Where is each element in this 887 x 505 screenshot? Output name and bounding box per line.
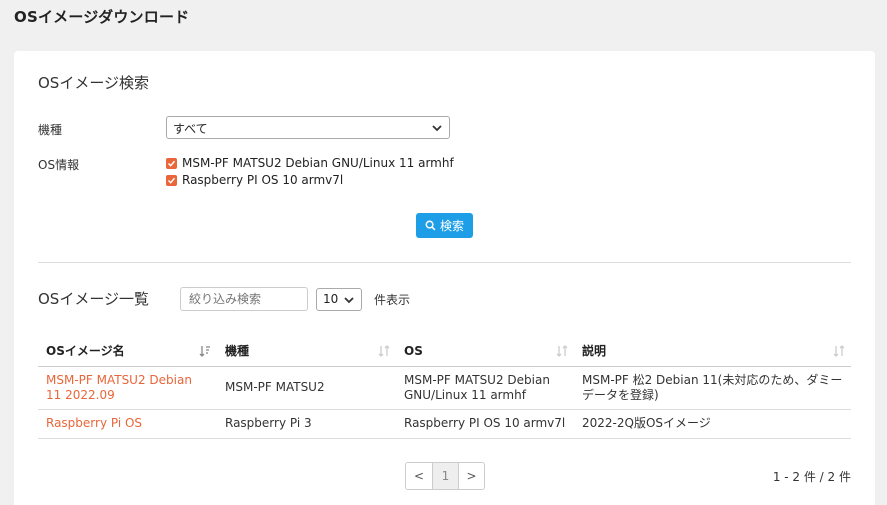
search-button-label: 検索 — [439, 219, 464, 233]
os-info-label: OS情報 — [38, 158, 80, 172]
table-header-row: OSイメージ名 機種 OS 説明 — [38, 336, 851, 367]
chevron-down-icon — [344, 297, 354, 304]
list-section-title: OSイメージ一覧 — [38, 290, 150, 308]
model-select[interactable]: すべて — [166, 116, 450, 139]
page-size-select[interactable]: 10 — [316, 288, 362, 311]
os-option-label: Raspberry PI OS 10 armv7l — [182, 173, 344, 187]
column-header-label: OSイメージ名 — [46, 344, 125, 359]
check-icon — [167, 160, 176, 167]
pagination: < 1 > — [405, 462, 485, 490]
table-row: Raspberry Pi OS Raspberry Pi 3 Raspberry… — [38, 409, 851, 439]
model-select-value: すべて — [173, 122, 208, 136]
column-header-label: 説明 — [582, 344, 607, 359]
os-option-label: MSM-PF MATSU2 Debian GNU/Linux 11 armhf — [182, 156, 454, 170]
page-title: OSイメージダウンロード — [14, 8, 190, 26]
column-header-label: 機種 — [225, 344, 250, 359]
os-option-checkbox[interactable] — [166, 174, 177, 186]
page-size-suffix: 件表示 — [374, 293, 411, 307]
check-icon — [167, 177, 176, 184]
page-button-current[interactable]: 1 — [432, 463, 458, 489]
search-button[interactable]: 検索 — [416, 213, 473, 238]
cell-model: Raspberry Pi 3 — [217, 409, 396, 439]
table-row: MSM-PF MATSU2 Debian 11 2022.09 MSM-PF M… — [38, 366, 851, 410]
cell-os: MSM-PF MATSU2 Debian GNU/Linux 11 armhf — [396, 366, 574, 410]
prev-page-button[interactable]: < — [406, 463, 432, 489]
column-header-name[interactable]: OSイメージ名 — [38, 336, 217, 367]
cell-name: MSM-PF MATSU2 Debian 11 2022.09 — [38, 366, 217, 410]
sort-icon — [556, 345, 568, 357]
os-option-checkbox[interactable] — [166, 157, 177, 169]
cell-model: MSM-PF MATSU2 — [217, 366, 396, 410]
section-divider — [38, 262, 851, 263]
column-header-description[interactable]: 説明 — [574, 336, 851, 367]
os-image-link[interactable]: MSM-PF MATSU2 Debian 11 2022.09 — [46, 373, 192, 402]
cell-description: MSM-PF 松2 Debian 11(未対応のため、ダミーデータを登録) — [574, 366, 851, 410]
os-image-link[interactable]: Raspberry Pi OS — [46, 416, 142, 430]
os-image-table: OSイメージ名 機種 OS 説明 MSM-PF MATSU2 Debian 11… — [38, 336, 851, 439]
sort-icon — [833, 345, 845, 357]
search-icon — [425, 220, 436, 231]
next-page-button[interactable]: > — [458, 463, 484, 489]
column-header-os[interactable]: OS — [396, 336, 574, 367]
column-header-model[interactable]: 機種 — [217, 336, 396, 367]
filter-search-input[interactable] — [180, 287, 308, 311]
search-section-title: OSイメージ検索 — [38, 74, 150, 92]
sort-desc-icon — [199, 346, 210, 357]
model-label: 機種 — [38, 123, 63, 137]
os-option-row: Raspberry PI OS 10 armv7l — [166, 173, 343, 187]
main-card: OSイメージ検索 機種 すべて OS情報 MSM-PF MATSU2 Debia… — [14, 51, 875, 505]
cell-os: Raspberry PI OS 10 armv7l — [396, 409, 574, 439]
cell-name: Raspberry Pi OS — [38, 409, 217, 439]
column-header-label: OS — [404, 343, 423, 358]
sort-icon — [378, 345, 390, 357]
cell-description: 2022-2Q版OSイメージ — [574, 409, 851, 439]
page-size-value: 10 — [323, 292, 339, 306]
chevron-down-icon — [432, 125, 442, 132]
os-option-row: MSM-PF MATSU2 Debian GNU/Linux 11 armhf — [166, 156, 454, 170]
result-count: 1 - 2 件 / 2 件 — [772, 470, 851, 484]
